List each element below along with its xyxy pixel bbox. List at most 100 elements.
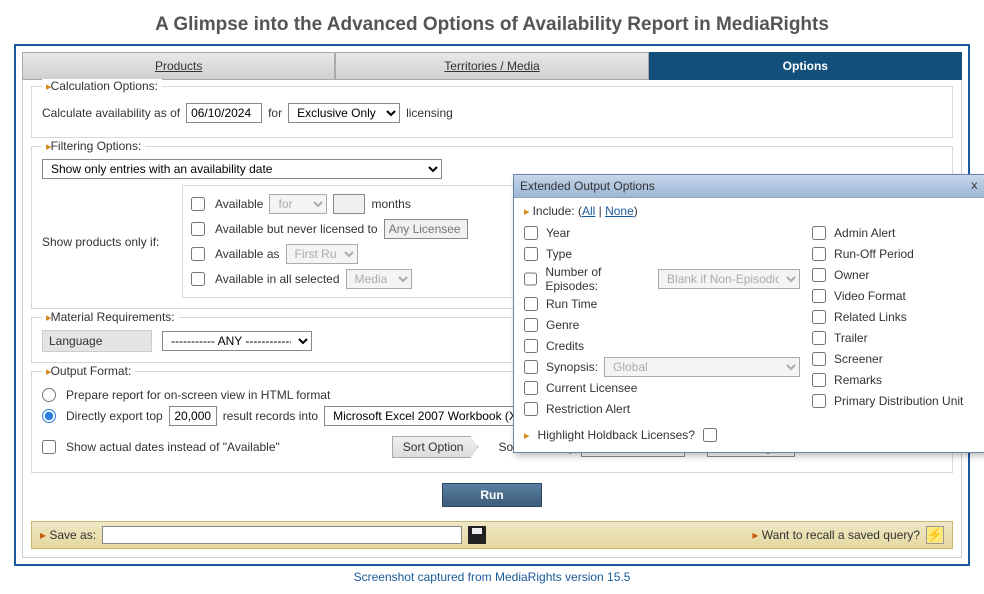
- available-for-checkbox[interactable]: [191, 197, 205, 211]
- highlight-holdback-label: Highlight Holdback Licenses?: [538, 428, 695, 442]
- recall-query-label: Want to recall a saved query?: [752, 528, 920, 542]
- export-prefix: Directly export top: [66, 409, 163, 423]
- screener-label: Screener: [834, 352, 883, 366]
- include-label: Include:: [533, 204, 575, 218]
- runtime-label: Run Time: [546, 297, 597, 311]
- page-title: A Glimpse into the Advanced Options of A…: [0, 0, 984, 44]
- extended-output-title: Extended Output Options: [520, 179, 655, 193]
- close-icon[interactable]: x: [971, 179, 978, 193]
- available-as-checkbox[interactable]: [191, 247, 205, 261]
- export-mid: result records into: [223, 409, 318, 423]
- main-frame: Products Territories / Media Options Cal…: [14, 44, 970, 566]
- runtime-checkbox[interactable]: [524, 297, 538, 311]
- synopsis-checkbox[interactable]: [524, 360, 538, 374]
- tab-options[interactable]: Options: [649, 52, 962, 80]
- save-as-label: Save as:: [40, 528, 96, 542]
- calculation-options-group: Calculation Options: Calculate availabil…: [31, 86, 953, 138]
- include-all-link[interactable]: All: [582, 204, 595, 218]
- current-licensee-checkbox[interactable]: [524, 381, 538, 395]
- include-none-link[interactable]: None: [605, 204, 634, 218]
- html-report-radio[interactable]: [42, 388, 56, 402]
- available-in-all-select[interactable]: Media: [346, 269, 412, 289]
- episodes-select[interactable]: Blank if Non-Episodic: [658, 269, 800, 289]
- options-content: Calculation Options: Calculate availabil…: [22, 80, 962, 558]
- pdu-label: Primary Distribution Unit: [834, 394, 963, 408]
- calc-for: for: [268, 106, 282, 120]
- export-radio[interactable]: [42, 409, 56, 423]
- current-licensee-label: Current Licensee: [546, 381, 637, 395]
- save-icon[interactable]: [468, 526, 486, 544]
- available-months-input[interactable]: [333, 194, 365, 214]
- sort-option-badge: Sort Option: [392, 436, 479, 458]
- save-as-input[interactable]: [102, 526, 462, 544]
- show-products-only-if-label: Show products only if:: [42, 185, 182, 298]
- never-licensed-label: Available but never licensed to: [215, 222, 378, 236]
- admin-alert-checkbox[interactable]: [812, 226, 826, 240]
- episodes-label: Number of Episodes:: [545, 265, 652, 293]
- months-label: months: [371, 197, 410, 211]
- licensing-type-select[interactable]: Exclusive Only: [288, 103, 400, 123]
- available-in-all-checkbox[interactable]: [191, 272, 205, 286]
- show-actual-dates-label: Show actual dates instead of "Available": [66, 440, 280, 454]
- recall-query-button[interactable]: ⚡: [926, 526, 944, 544]
- year-label: Year: [546, 226, 570, 240]
- runoff-label: Run-Off Period: [834, 247, 914, 261]
- tab-territories[interactable]: Territories / Media: [335, 52, 648, 80]
- calc-prefix: Calculate availability as of: [42, 106, 180, 120]
- restriction-alert-label: Restriction Alert: [546, 402, 630, 416]
- highlight-holdback-checkbox[interactable]: [703, 428, 717, 442]
- video-format-label: Video Format: [834, 289, 906, 303]
- episodes-checkbox[interactable]: [524, 272, 537, 286]
- run-button[interactable]: Run: [442, 483, 542, 507]
- genre-checkbox[interactable]: [524, 318, 538, 332]
- filter-legend: Filtering Options:: [42, 139, 145, 153]
- output-legend: Output Format:: [42, 364, 135, 378]
- available-label: Available: [215, 197, 263, 211]
- show-actual-dates-checkbox[interactable]: [42, 440, 56, 454]
- synopsis-label: Synopsis:: [546, 360, 598, 374]
- licensee-input[interactable]: [384, 219, 468, 239]
- tab-bar: Products Territories / Media Options: [22, 52, 962, 80]
- export-count-input[interactable]: [169, 406, 217, 426]
- credits-checkbox[interactable]: [524, 339, 538, 353]
- include-line: Include: (All | None): [524, 204, 974, 218]
- material-legend: Material Requirements:: [42, 310, 179, 324]
- type-label: Type: [546, 247, 572, 261]
- available-as-label: Available as: [215, 247, 280, 261]
- available-as-select[interactable]: First Run: [286, 244, 358, 264]
- html-report-label: Prepare report for on-screen view in HTM…: [66, 388, 330, 402]
- tab-products[interactable]: Products: [22, 52, 335, 80]
- calc-date-input[interactable]: [186, 103, 262, 123]
- video-format-checkbox[interactable]: [812, 289, 826, 303]
- owner-label: Owner: [834, 268, 869, 282]
- type-checkbox[interactable]: [524, 247, 538, 261]
- never-licensed-checkbox[interactable]: [191, 222, 205, 236]
- restriction-alert-checkbox[interactable]: [524, 402, 538, 416]
- runoff-checkbox[interactable]: [812, 247, 826, 261]
- related-links-checkbox[interactable]: [812, 310, 826, 324]
- year-checkbox[interactable]: [524, 226, 538, 240]
- footer-caption: Screenshot captured from MediaRights ver…: [0, 566, 984, 594]
- calc-legend: Calculation Options:: [42, 79, 162, 93]
- extended-output-panel: Extended Output Options x Include: (All …: [513, 174, 984, 453]
- synopsis-select[interactable]: Global: [604, 357, 800, 377]
- language-label: Language: [42, 330, 152, 352]
- related-links-label: Related Links: [834, 310, 907, 324]
- owner-checkbox[interactable]: [812, 268, 826, 282]
- available-for-select[interactable]: for: [269, 194, 327, 214]
- genre-label: Genre: [546, 318, 579, 332]
- availability-show-select[interactable]: Show only entries with an availability d…: [42, 159, 442, 179]
- available-in-all-label: Available in all selected: [215, 272, 340, 286]
- trailer-checkbox[interactable]: [812, 331, 826, 345]
- pdu-checkbox[interactable]: [812, 394, 826, 408]
- remarks-label: Remarks: [834, 373, 882, 387]
- extended-output-header: Extended Output Options x: [514, 175, 984, 198]
- calc-suffix: licensing: [406, 106, 453, 120]
- screener-checkbox[interactable]: [812, 352, 826, 366]
- save-bar: Save as: Want to recall a saved query? ⚡: [31, 521, 953, 549]
- trailer-label: Trailer: [834, 331, 868, 345]
- language-select[interactable]: ----------- ANY ------------: [162, 331, 312, 351]
- admin-alert-label: Admin Alert: [834, 226, 895, 240]
- credits-label: Credits: [546, 339, 584, 353]
- remarks-checkbox[interactable]: [812, 373, 826, 387]
